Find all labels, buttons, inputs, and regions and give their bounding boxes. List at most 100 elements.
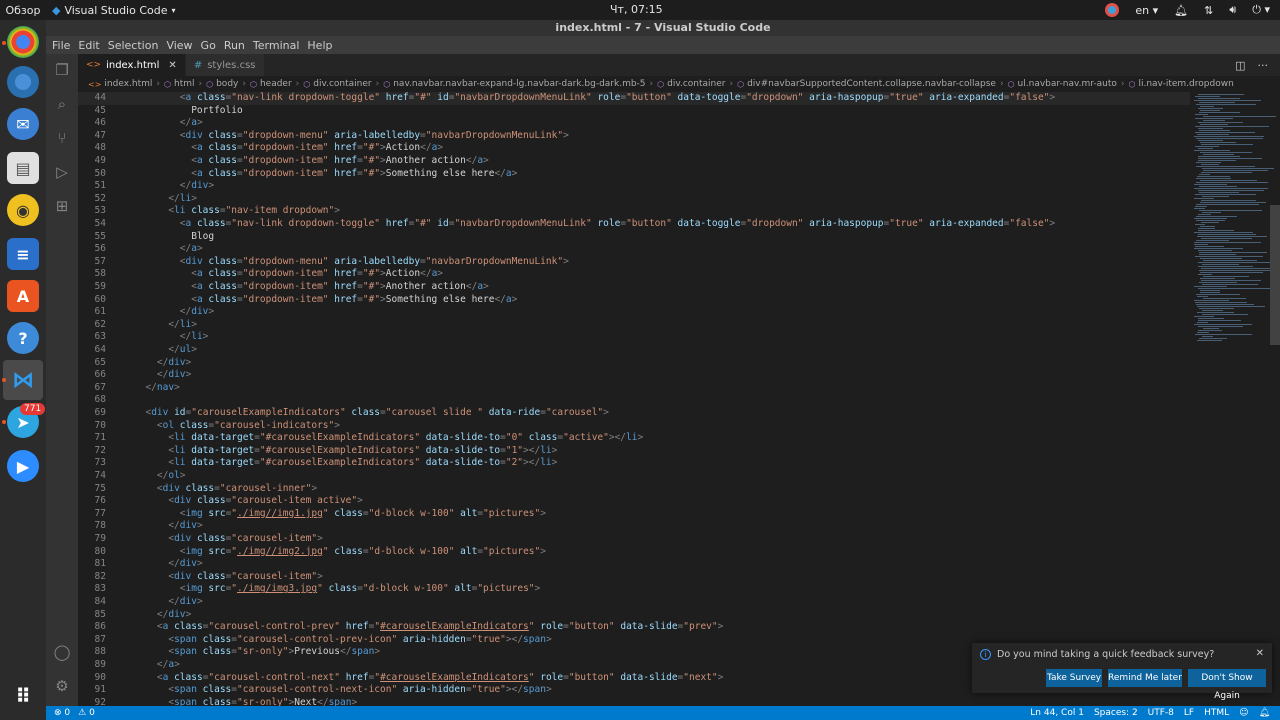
code-line[interactable]: 81 </div> bbox=[78, 558, 1190, 571]
breadcrumb-item[interactable]: ⬡ div.container bbox=[657, 79, 725, 89]
extensions-icon[interactable]: ⊞ bbox=[52, 196, 72, 216]
indentation[interactable]: Spaces: 2 bbox=[1094, 708, 1138, 718]
zoom-icon[interactable]: ▶ bbox=[7, 450, 39, 482]
code-line[interactable]: 72 <li data-target="#carouselExampleIndi… bbox=[78, 445, 1190, 458]
code-line[interactable]: 76 <div class="carousel-item active"> bbox=[78, 495, 1190, 508]
gear-icon[interactable]: ⚙ bbox=[52, 676, 72, 696]
notification-bell-icon[interactable]: 🔔︎ bbox=[1174, 4, 1188, 17]
code-line[interactable]: 62 </li> bbox=[78, 319, 1190, 332]
code-line[interactable]: 46 </a> bbox=[78, 117, 1190, 130]
breadcrumb-item[interactable]: <> index.html bbox=[88, 79, 152, 89]
menu-run[interactable]: Run bbox=[220, 39, 249, 52]
bell-icon[interactable]: 🔔︎ bbox=[1259, 708, 1270, 718]
code-line[interactable]: 49 <a class="dropdown-item" href="#">Ano… bbox=[78, 155, 1190, 168]
editor-scrollbar[interactable] bbox=[1270, 205, 1280, 345]
code-line[interactable]: 75 <div class="carousel-inner"> bbox=[78, 483, 1190, 496]
menu-go[interactable]: Go bbox=[197, 39, 220, 52]
code-line[interactable]: 58 <a class="dropdown-item" href="#">Act… bbox=[78, 268, 1190, 281]
power-icon[interactable]: ⏻ ▾ bbox=[1252, 3, 1270, 17]
code-line[interactable]: 85 </div> bbox=[78, 609, 1190, 622]
breadcrumb-item[interactable]: ⬡ li.nav-item.dropdown bbox=[1128, 79, 1233, 89]
code-line[interactable]: 79 <div class="carousel-item"> bbox=[78, 533, 1190, 546]
app-menu[interactable]: ◆ Visual Studio Code ▾ bbox=[52, 4, 176, 17]
end-of-line[interactable]: LF bbox=[1184, 708, 1194, 718]
code-line[interactable]: 59 <a class="dropdown-item" href="#">Ano… bbox=[78, 281, 1190, 294]
code-line[interactable]: 70 <ol class="carousel-indicators"> bbox=[78, 420, 1190, 433]
language-indicator[interactable]: en ▾ bbox=[1135, 4, 1158, 17]
remind-later-button[interactable]: Remind Me later bbox=[1108, 669, 1182, 687]
menu-terminal[interactable]: Terminal bbox=[249, 39, 304, 52]
code-line[interactable]: 63 </li> bbox=[78, 331, 1190, 344]
encoding[interactable]: UTF-8 bbox=[1148, 708, 1174, 718]
tab-index-html[interactable]: <> index.html ✕ bbox=[78, 54, 186, 76]
close-icon[interactable]: ✕ bbox=[168, 60, 176, 71]
software-center-icon[interactable]: A bbox=[7, 280, 39, 312]
code-line[interactable]: 86 <a class="carousel-control-prev" href… bbox=[78, 621, 1190, 634]
code-line[interactable]: 73 <li data-target="#carouselExampleIndi… bbox=[78, 457, 1190, 470]
dont-show-again-button[interactable]: Don't Show Again bbox=[1188, 669, 1266, 701]
code-line[interactable]: 82 <div class="carousel-item"> bbox=[78, 571, 1190, 584]
code-line[interactable]: 53 <li class="nav-item dropdown"> bbox=[78, 205, 1190, 218]
split-editor-icon[interactable]: ◫ bbox=[1235, 59, 1245, 72]
files-icon[interactable]: ▤ bbox=[7, 152, 39, 184]
menu-help[interactable]: Help bbox=[303, 39, 336, 52]
code-line[interactable]: 55 Blog bbox=[78, 231, 1190, 244]
code-line[interactable]: 77 <img src="./img//img1.jpg" class="d-b… bbox=[78, 508, 1190, 521]
language-mode[interactable]: HTML bbox=[1204, 708, 1229, 718]
menu-edit[interactable]: Edit bbox=[74, 39, 103, 52]
code-line[interactable]: 61 </div> bbox=[78, 306, 1190, 319]
code-line[interactable]: 45 Portfolio bbox=[78, 105, 1190, 118]
telegram-tray-icon[interactable] bbox=[1105, 3, 1120, 17]
code-line[interactable]: 80 <img src="./img//img2.jpg" class="d-b… bbox=[78, 546, 1190, 559]
minimap[interactable] bbox=[1190, 92, 1276, 706]
code-line[interactable]: 67 </nav> bbox=[78, 382, 1190, 395]
code-line[interactable]: 65 </div> bbox=[78, 357, 1190, 370]
code-line[interactable]: 64 </ul> bbox=[78, 344, 1190, 357]
chrome-icon[interactable] bbox=[7, 26, 39, 58]
problems-errors[interactable]: ⊗ 0 bbox=[54, 708, 70, 718]
code-line[interactable]: 66 </div> bbox=[78, 369, 1190, 382]
code-line[interactable]: 78 </div> bbox=[78, 520, 1190, 533]
thunderbird-icon[interactable]: ✉ bbox=[7, 108, 39, 140]
code-line[interactable]: 60 <a class="dropdown-item" href="#">Som… bbox=[78, 294, 1190, 307]
code-line[interactable]: 84 </div> bbox=[78, 596, 1190, 609]
account-icon[interactable]: ◯ bbox=[52, 642, 72, 662]
code-line[interactable]: 71 <li data-target="#carouselExampleIndi… bbox=[78, 432, 1190, 445]
source-control-icon[interactable]: ⑂ bbox=[52, 128, 72, 148]
menu-selection[interactable]: Selection bbox=[104, 39, 163, 52]
breadcrumb-item[interactable]: ⬡ nav.navbar.navbar-expand-lg.navbar-dark… bbox=[383, 79, 645, 89]
code-line[interactable]: 44 <a class="nav-link dropdown-toggle" h… bbox=[78, 92, 1190, 105]
rhythmbox-icon[interactable]: ◉ bbox=[7, 194, 39, 226]
code-line[interactable]: 56 </a> bbox=[78, 243, 1190, 256]
clock[interactable]: Чт, 07:15 bbox=[610, 3, 663, 16]
breadcrumb-item[interactable]: ⬡ div#navbarSupportedContent.collapse.nav… bbox=[737, 79, 996, 89]
libreoffice-writer-icon[interactable]: ≡ bbox=[7, 238, 39, 270]
problems-warnings[interactable]: ⚠ 0 bbox=[78, 708, 95, 718]
search-icon[interactable]: ⌕ bbox=[52, 94, 72, 114]
vscode-dock-icon[interactable]: ⋈ bbox=[7, 364, 39, 396]
code-line[interactable]: 69 <div id="carouselExampleIndicators" c… bbox=[78, 407, 1190, 420]
feedback-icon[interactable]: ☺ bbox=[1239, 708, 1248, 718]
code-line[interactable]: 48 <a class="dropdown-item" href="#">Act… bbox=[78, 142, 1190, 155]
breadcrumb-item[interactable]: ⬡ body bbox=[206, 79, 238, 89]
breadcrumb-item[interactable]: ⬡ div.container bbox=[303, 79, 371, 89]
tab-styles-css[interactable]: # styles.css bbox=[185, 54, 265, 76]
help-icon[interactable]: ? bbox=[7, 322, 39, 354]
overview-button[interactable]: Обзор bbox=[0, 4, 46, 17]
menu-view[interactable]: View bbox=[162, 39, 196, 52]
cursor-position[interactable]: Ln 44, Col 1 bbox=[1030, 708, 1084, 718]
breadcrumb-item[interactable]: ⬡ header bbox=[250, 79, 292, 89]
code-line[interactable]: 68 bbox=[78, 394, 1190, 407]
chromium-icon[interactable] bbox=[7, 66, 39, 98]
code-line[interactable]: 74 </ol> bbox=[78, 470, 1190, 483]
close-icon[interactable]: ✕ bbox=[1256, 648, 1264, 659]
volume-icon[interactable]: 🔊︎ bbox=[1229, 3, 1236, 17]
code-line[interactable]: 83 <img src="./img/img3.jpg" class="d-bl… bbox=[78, 583, 1190, 596]
code-line[interactable]: 50 <a class="dropdown-item" href="#">Som… bbox=[78, 168, 1190, 181]
more-actions-icon[interactable]: ··· bbox=[1258, 59, 1269, 72]
breadcrumb-item[interactable]: ⬡ html bbox=[164, 79, 195, 89]
network-icon[interactable]: ⇅ bbox=[1204, 4, 1213, 17]
take-survey-button[interactable]: Take Survey bbox=[1046, 669, 1102, 687]
code-editor[interactable]: 44 <a class="nav-link dropdown-toggle" h… bbox=[78, 92, 1190, 706]
code-line[interactable]: 52 </li> bbox=[78, 193, 1190, 206]
